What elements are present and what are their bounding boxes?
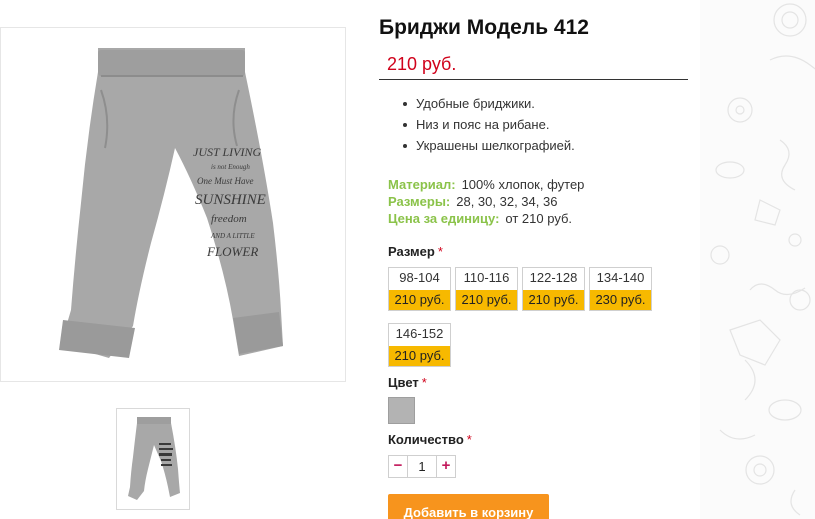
print-line-6: AND A LITTLE — [210, 232, 255, 240]
size-option-146-152[interactable]: 146-152 210 руб. — [388, 323, 451, 367]
size-price: 210 руб. — [389, 346, 450, 366]
feature-item: Украшены шелкографией. — [400, 135, 690, 156]
product-specs: Материал: 100% хлопок, футер Размеры: 28, … — [388, 176, 584, 227]
required-mark: * — [466, 432, 472, 447]
quantity-stepper: − 1 + — [388, 455, 456, 478]
size-price: 210 руб. — [456, 290, 517, 310]
divider — [379, 79, 688, 80]
size-option-110-116[interactable]: 110-116 210 руб. — [455, 267, 518, 311]
spec-value: 100% хлопок, футер — [461, 177, 585, 192]
product-main-image[interactable]: JUST LIVING is not Enough One Must Have … — [0, 27, 346, 382]
size-name: 98-104 — [399, 270, 440, 285]
size-price: 210 руб. — [523, 290, 584, 310]
feature-list: Удобные бриджики. Низ и пояс на рибане. … — [400, 93, 690, 156]
required-mark: * — [437, 244, 443, 259]
size-label: Размер * — [388, 244, 443, 259]
size-option-122-128[interactable]: 122-128 210 руб. — [522, 267, 585, 311]
required-mark: * — [421, 375, 427, 390]
add-to-cart-button[interactable]: Добавить в корзину — [388, 494, 549, 519]
print-line-2: is not Enough — [211, 163, 250, 171]
quantity-increase-button[interactable]: + — [436, 455, 456, 478]
size-price: 210 руб. — [389, 290, 450, 310]
spec-unit-price: Цена за единицу: от 210 руб. — [388, 210, 584, 227]
print-line-5: freedom — [211, 213, 247, 225]
size-option-134-140[interactable]: 134-140 230 руб. — [589, 267, 652, 311]
quantity-decrease-button[interactable]: − — [388, 455, 408, 478]
spec-material: Материал: 100% хлопок, футер — [388, 176, 584, 193]
spec-key: Размеры: — [388, 194, 451, 209]
size-option-98-104[interactable]: 98-104 210 руб. — [388, 267, 451, 311]
print-line-7: FLOWER — [206, 244, 258, 259]
size-name: 146-152 — [395, 326, 444, 341]
size-name: 122-128 — [529, 270, 578, 285]
spec-value: от 210 руб. — [505, 211, 573, 226]
print-line-1: JUST LIVING — [193, 145, 261, 159]
size-name: 110-116 — [463, 270, 510, 285]
feature-item: Удобные бриджики. — [400, 93, 690, 114]
spec-value: 28, 30, 32, 34, 36 — [456, 194, 558, 209]
size-name: 134-140 — [596, 270, 645, 285]
spec-key: Цена за единицу: — [388, 211, 500, 226]
color-swatch-gray[interactable] — [388, 397, 415, 424]
quantity-input[interactable]: 1 — [408, 455, 436, 478]
product-thumbnail[interactable] — [116, 408, 190, 510]
print-line-3: One Must Have — [197, 176, 253, 186]
color-label: Цвет * — [388, 375, 427, 390]
product-price: 210 руб. — [387, 54, 457, 74]
product-title: Бриджи Модель 412 — [379, 16, 589, 39]
spec-key: Материал: — [388, 177, 456, 192]
quantity-label: Количество * — [388, 432, 472, 447]
spec-sizes: Размеры: 28, 30, 32, 34, 36 — [388, 193, 584, 210]
size-price: 230 руб. — [590, 290, 651, 310]
feature-item: Низ и пояс на рибане. — [400, 114, 690, 135]
print-line-4: SUNSHINE — [195, 192, 266, 208]
decorative-background-pattern — [700, 0, 815, 519]
